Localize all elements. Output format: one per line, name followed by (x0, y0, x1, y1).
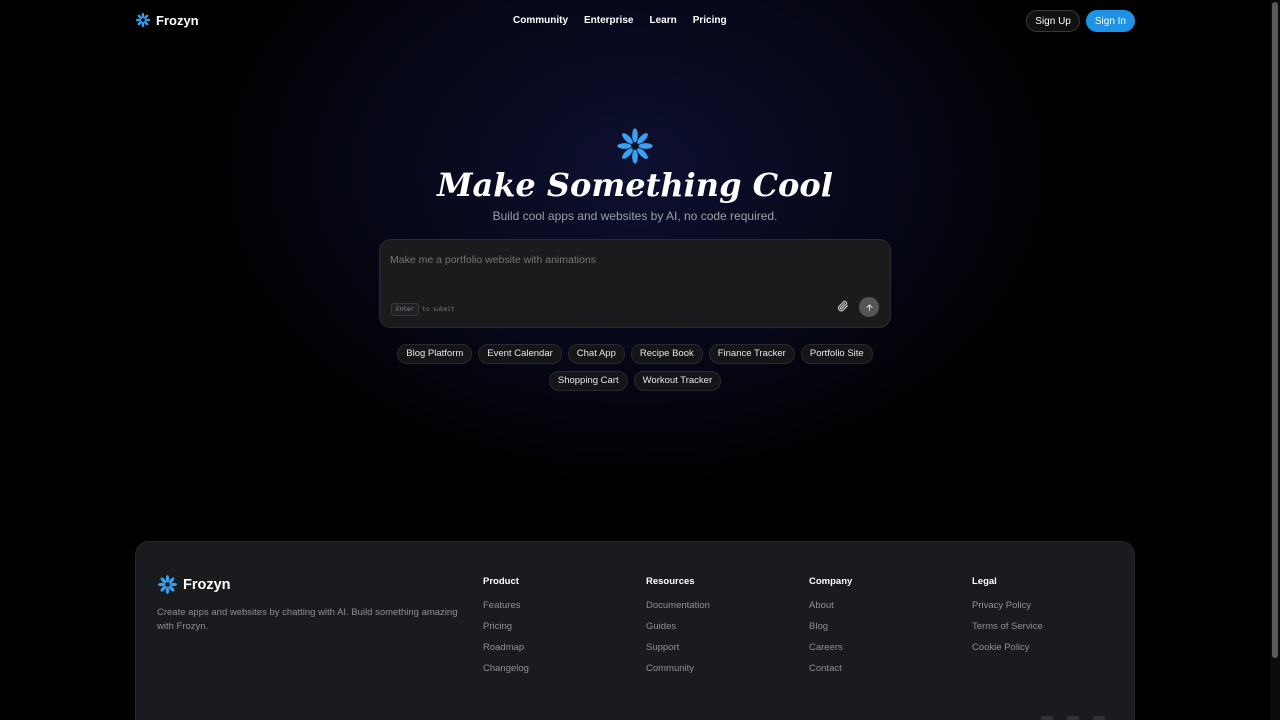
nav-link-pricing[interactable]: Pricing (693, 15, 727, 26)
footer-link-features[interactable]: Features (483, 600, 529, 611)
nav-link-enterprise[interactable]: Enterprise (584, 15, 633, 26)
footer-description: Create apps and websites by chatting wit… (157, 607, 458, 632)
footer-col-title: Product (483, 576, 519, 587)
send-button[interactable] (859, 297, 879, 317)
footer-link-terms-of-service[interactable]: Terms of Service (972, 621, 1043, 632)
paperclip-icon[interactable] (837, 300, 849, 312)
flower-logo-icon (617, 128, 653, 164)
footer-link-contact[interactable]: Contact (809, 663, 852, 674)
scrollbar[interactable] (1270, 0, 1280, 720)
footer-col-title: Company (809, 576, 853, 587)
nav-links: Community Enterprise Learn Pricing (513, 15, 727, 26)
footer-link-privacy-policy[interactable]: Privacy Policy (972, 600, 1043, 611)
nav-link-community[interactable]: Community (513, 15, 568, 26)
footer-brand-logo[interactable]: Frozyn (157, 574, 231, 595)
chip-shopping-cart[interactable]: Shopping Cart (548, 371, 628, 391)
footer-col-resources: Resources Documentation Guides Support C… (646, 576, 710, 684)
top-nav: Frozyn Community Enterprise Learn Pricin… (0, 0, 1270, 42)
footer-link-documentation[interactable]: Documentation (646, 600, 710, 611)
social-icon[interactable] (1067, 716, 1079, 720)
footer-link-careers[interactable]: Careers (809, 642, 852, 653)
chip-event-calendar[interactable]: Event Calendar (478, 344, 562, 364)
social-icon[interactable] (1041, 716, 1053, 720)
footer-link-cookie-policy[interactable]: Cookie Policy (972, 642, 1043, 653)
prompt-box: Enter to submit (379, 239, 891, 328)
footer-col-company: Company About Blog Careers Contact (809, 576, 852, 684)
brand-name: Frozyn (156, 12, 199, 28)
prompt-input[interactable] (390, 254, 870, 266)
arrow-up-icon (865, 303, 873, 311)
flower-logo-icon (157, 574, 178, 595)
footer-link-blog[interactable]: Blog (809, 621, 852, 632)
brand-logo[interactable]: Frozyn (135, 12, 199, 28)
social-icon[interactable] (1093, 716, 1105, 720)
page: Frozyn Community Enterprise Learn Pricin… (0, 0, 1270, 720)
chip-recipe-book[interactable]: Recipe Book (630, 344, 703, 364)
hero-title: Make Something Cool (437, 166, 833, 204)
suggestion-chips: Blog Platform Event Calendar Chat App Re… (384, 344, 886, 391)
submit-hint: to submit (422, 306, 455, 313)
nav-link-learn[interactable]: Learn (649, 15, 676, 26)
footer-col-title: Legal (972, 576, 997, 587)
hero-subtitle: Build cool apps and websites by AI, no c… (492, 209, 778, 223)
enter-key-hint: Enter (391, 303, 420, 316)
footer-col-product: Product Features Pricing Roadmap Changel… (483, 576, 529, 684)
footer-col-legal: Legal Privacy Policy Terms of Service Co… (972, 576, 1043, 663)
footer-link-support[interactable]: Support (646, 642, 710, 653)
flower-logo-icon (135, 12, 151, 28)
footer-link-changelog[interactable]: Changelog (483, 663, 529, 674)
footer-link-community[interactable]: Community (646, 663, 710, 674)
footer-link-pricing[interactable]: Pricing (483, 621, 529, 632)
chip-workout-tracker[interactable]: Workout Tracker (633, 371, 722, 391)
nav-actions: Sign Up Sign In (1026, 10, 1135, 32)
chip-finance-tracker[interactable]: Finance Tracker (708, 344, 795, 364)
sign-up-button[interactable]: Sign Up (1026, 10, 1080, 32)
sign-in-button[interactable]: Sign In (1085, 10, 1135, 32)
chip-chat-app[interactable]: Chat App (567, 344, 625, 364)
footer-col-title: Resources (646, 576, 695, 587)
footer-link-guides[interactable]: Guides (646, 621, 710, 632)
chip-blog-platform[interactable]: Blog Platform (397, 344, 473, 364)
footer-link-about[interactable]: About (809, 600, 852, 611)
scrollbar-thumb[interactable] (1272, 2, 1278, 658)
footer-social-icons (1041, 716, 1105, 720)
footer-brand-name: Frozyn (183, 576, 231, 593)
chip-portfolio-site[interactable]: Portfolio Site (800, 344, 873, 364)
footer-link-roadmap[interactable]: Roadmap (483, 642, 529, 653)
footer: Frozyn Create apps and websites by chatt… (135, 541, 1135, 720)
